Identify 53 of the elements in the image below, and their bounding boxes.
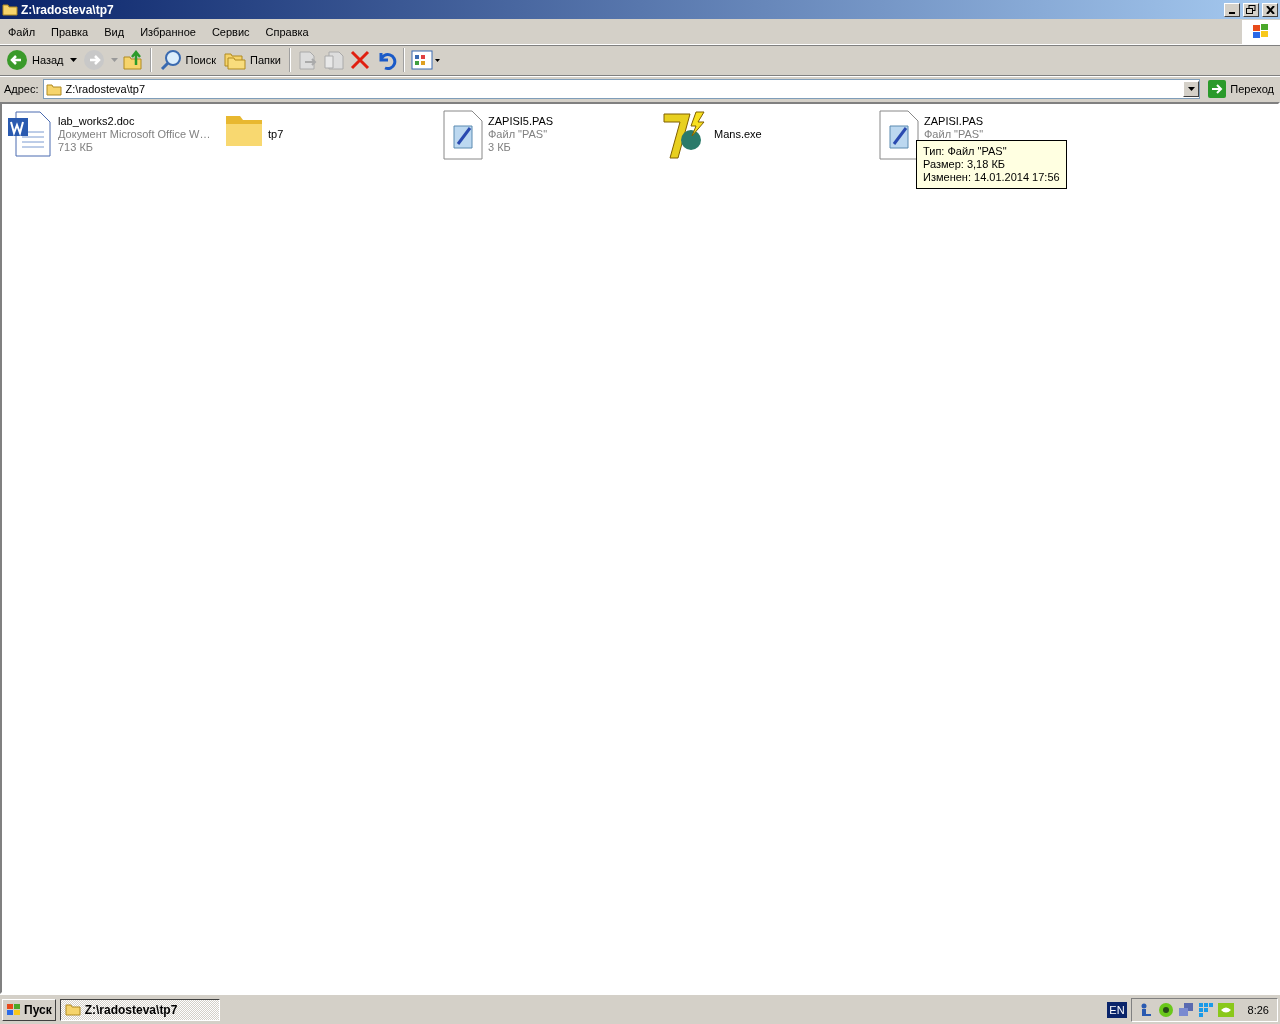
delete-icon[interactable] [348,49,371,71]
search-button[interactable]: Поиск [157,47,218,73]
file-name[interactable]: ZAPISI5.PAS [488,115,554,128]
taskbar-button[interactable]: Z:\radosteva\tp7 [59,998,220,1021]
language-indicator[interactable]: EN [1107,1001,1127,1018]
search-icon [159,49,182,71]
menu-item[interactable]: Вид [96,25,133,38]
caret-icon [1187,87,1195,91]
text-file-icon [878,110,920,160]
clock: 8:26 [1247,1003,1269,1016]
network-computers-icon[interactable] [1177,1001,1194,1018]
folder-icon [2,3,18,16]
file-type[interactable]: Файл "PAS" [924,128,984,141]
file-name[interactable]: ZAPISI.PAS [924,115,984,128]
file-size[interactable]: 3 КБ [488,141,554,154]
go-button[interactable]: Переход [1204,80,1278,98]
tooltip-line: Тип: Файл "PAS" [923,145,1008,158]
address-dropdown-button[interactable] [1183,81,1200,97]
folder-icon [64,1003,81,1016]
address-field[interactable]: Z:\radosteva\tp7 [42,79,1201,99]
windows-logo-icon [6,1002,22,1017]
restore-icon [1246,5,1256,14]
tooltip-line: Размер: 3,18 КБ [923,158,1006,171]
folders-icon [224,50,246,70]
dropdown-caret-icon[interactable] [69,58,77,62]
file-name[interactable]: tp7 [268,128,284,141]
menu-item[interactable]: Избранное [132,25,204,38]
views-icon[interactable] [410,50,441,70]
restore-button[interactable] [1243,2,1259,17]
back-button[interactable]: Назад [4,47,66,73]
menu-item[interactable]: Правка [43,25,97,38]
start-button[interactable]: Пуск [2,998,56,1021]
window-title: Z:\radosteva\tp7 [21,2,115,17]
file-name[interactable]: lab_works2.doc [58,115,211,128]
text-file-icon [442,110,484,160]
file-type[interactable]: Файл "PAS" [488,128,554,141]
menu-item[interactable]: Справка [257,25,317,38]
folders-button[interactable]: Папки [222,48,283,72]
file-name[interactable]: Mans.exe [714,128,762,141]
word-document-icon [6,110,54,158]
folder-icon [45,82,62,96]
windows-flag-icon [1251,22,1271,41]
address-label: Адрес: [4,83,39,95]
minimize-button[interactable] [1224,2,1240,17]
close-icon [1265,5,1275,14]
tooltip-line: Изменен: 14.01.2014 17:56 [923,171,1060,184]
minimize-icon [1229,11,1235,14]
menu-item[interactable]: Сервис [203,25,258,38]
file-type[interactable]: Документ Microsoft Office W… [58,128,211,141]
file-size[interactable]: 713 КБ [58,141,211,154]
menu-item[interactable]: Файл [0,25,44,38]
folder-up-icon[interactable] [121,49,144,71]
close-button[interactable] [1262,2,1278,17]
